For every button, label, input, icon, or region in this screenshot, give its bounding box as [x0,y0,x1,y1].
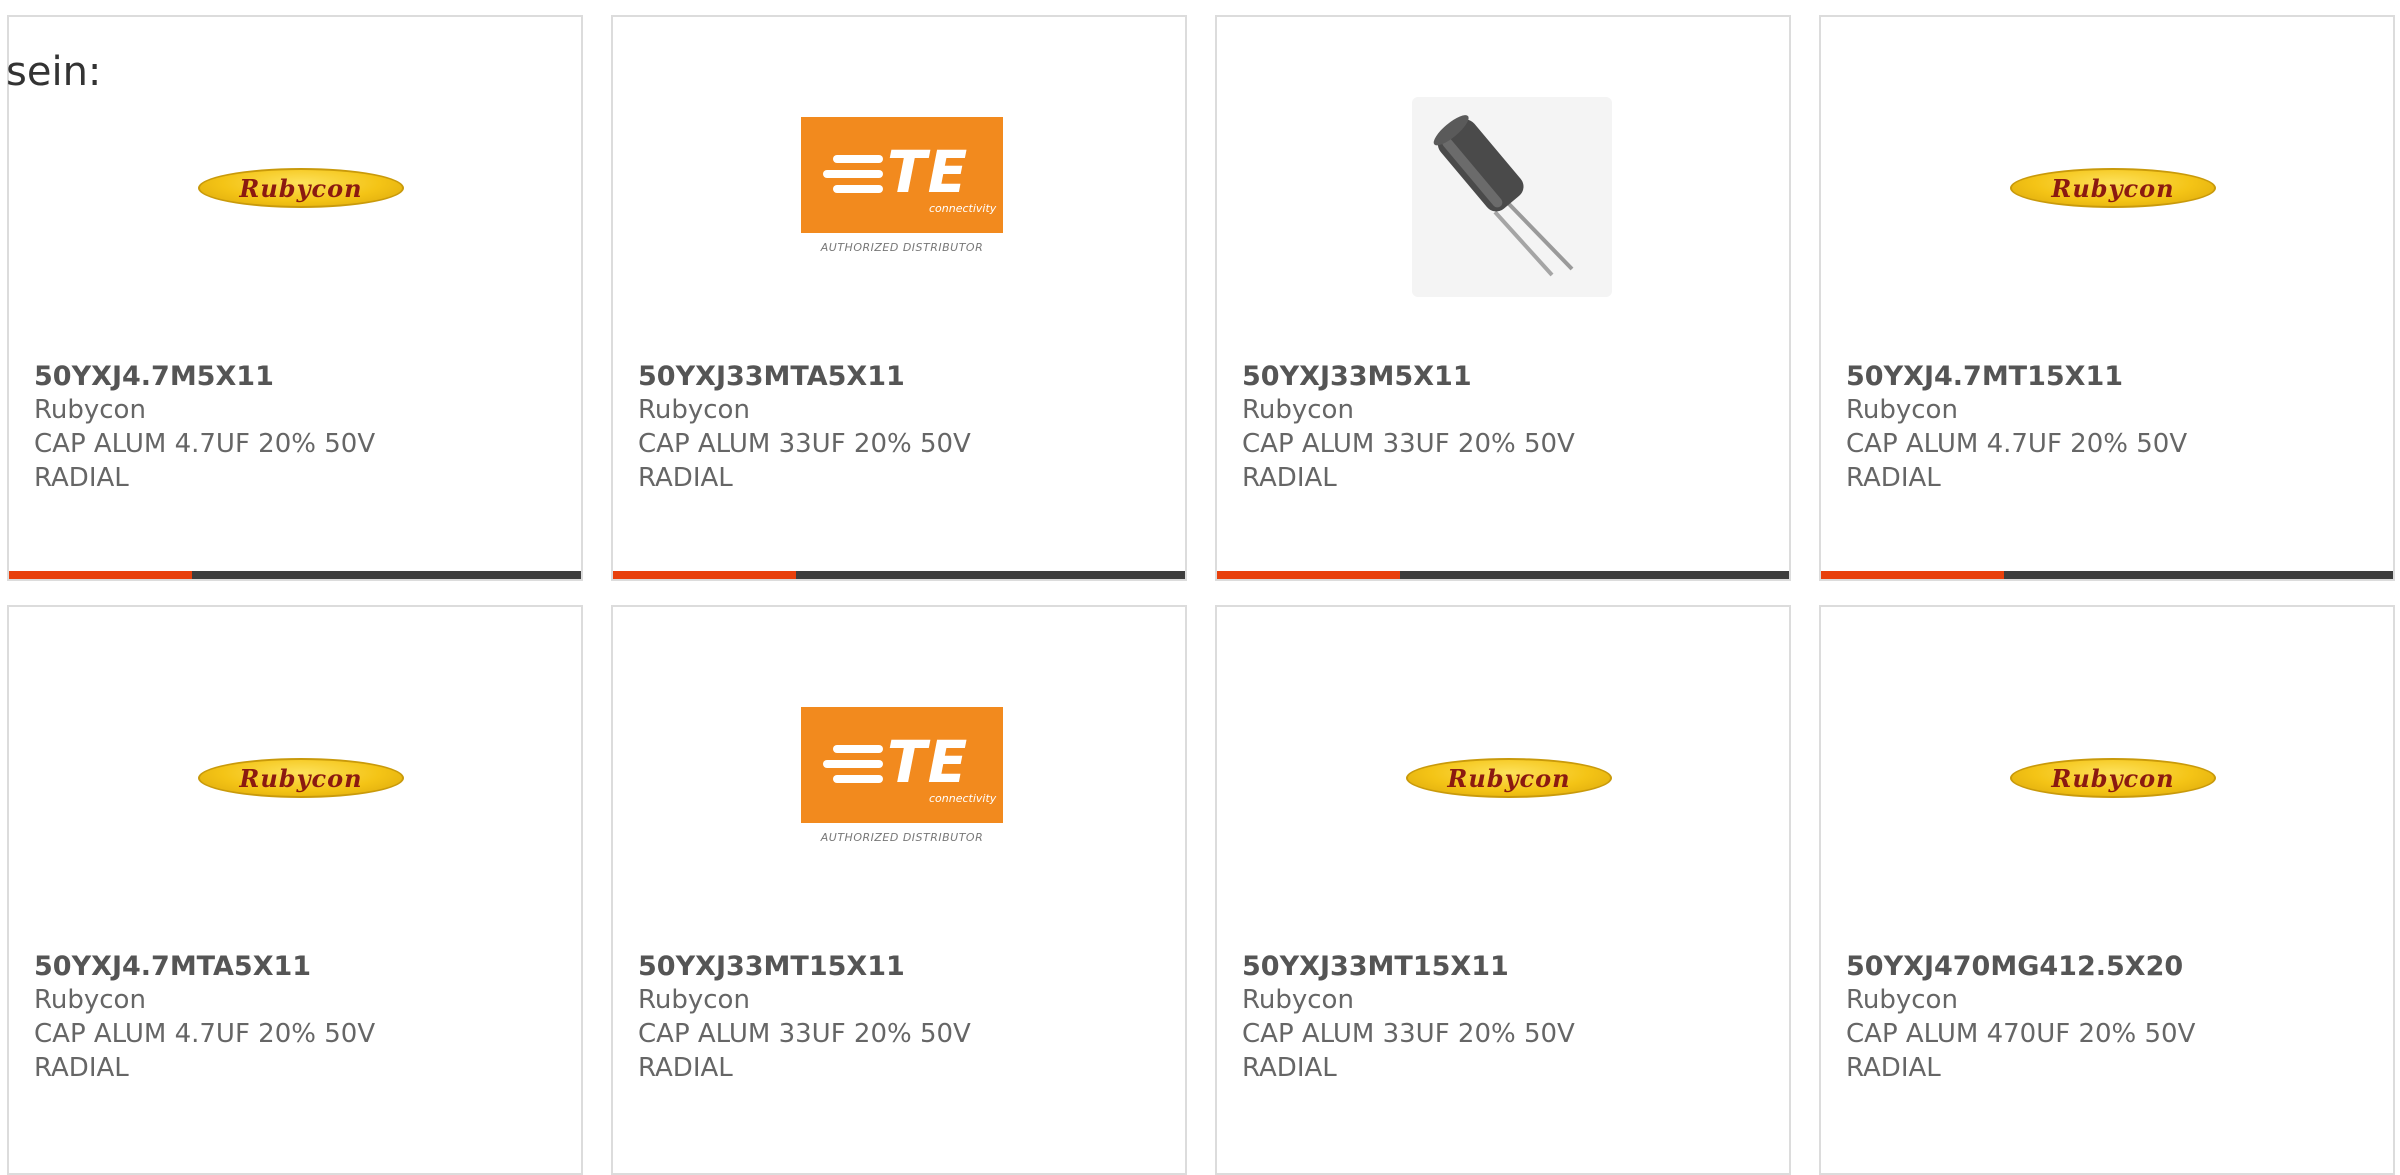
package-type: RADIAL [638,1053,733,1083]
rubycon-logo: Rubycon [198,168,404,208]
product-card[interactable]: Rubycon 50YXJ4.7MT15X11 Rubycon CAP ALUM… [1819,15,2395,581]
progress-fill [613,571,797,579]
part-number[interactable]: 50YXJ33MT15X11 [1242,949,1509,985]
rubycon-logo: Rubycon [1406,758,1612,798]
description: CAP ALUM 4.7UF 20% 50V [34,1019,376,1049]
part-number[interactable]: 50YXJ4.7MTA5X11 [34,949,311,985]
package-type: RADIAL [34,463,129,493]
part-number[interactable]: 50YXJ470MG412.5X20 [1846,949,2183,985]
progress-bar [613,571,1185,579]
description: CAP ALUM 470UF 20% 50V [1846,1019,2196,1049]
package-type: RADIAL [34,1053,129,1083]
product-image[interactable]: Rubycon [9,607,581,947]
part-number[interactable]: 50YXJ33MT15X11 [638,949,905,985]
product-card[interactable]: TE connectivity AUTHORIZED DISTRIBUTOR 5… [611,605,1187,1175]
manufacturer: Rubycon [1242,395,1354,425]
capacitor-icon [1433,115,1574,277]
capacitor-photo [1412,97,1612,297]
manufacturer: Rubycon [1846,395,1958,425]
product-card[interactable]: Rubycon 50YXJ33MT15X11 Rubycon CAP ALUM … [1215,605,1791,1175]
product-image[interactable]: Rubycon [1821,17,2393,357]
part-number[interactable]: 50YXJ33MTA5X11 [638,359,905,395]
product-image[interactable]: TE connectivity AUTHORIZED DISTRIBUTOR [613,607,1185,947]
rubycon-logo: Rubycon [2010,168,2216,208]
package-type: RADIAL [638,463,733,493]
manufacturer: Rubycon [34,985,146,1015]
part-number[interactable]: 50YXJ4.7MT15X11 [1846,359,2123,395]
manufacturer: Rubycon [638,985,750,1015]
description: CAP ALUM 33UF 20% 50V [1242,429,1575,459]
description: CAP ALUM 4.7UF 20% 50V [1846,429,2188,459]
part-number[interactable]: 50YXJ33M5X11 [1242,359,1472,395]
rubycon-logo: Rubycon [198,758,404,798]
progress-bar [9,571,581,579]
description: CAP ALUM 33UF 20% 50V [638,1019,971,1049]
product-image[interactable]: Rubycon [1217,607,1789,947]
product-image[interactable]: Rubycon [1821,607,2393,947]
product-grid: Rubycon 50YXJ4.7M5X11 Rubycon CAP ALUM 4… [0,0,2400,1175]
progress-fill [1217,571,1401,579]
intro-text: sein: [6,49,102,95]
package-type: RADIAL [1846,463,1941,493]
progress-bar [1821,571,2393,579]
product-card[interactable]: 50YXJ33M5X11 Rubycon CAP ALUM 33UF 20% 5… [1215,15,1791,581]
description: CAP ALUM 33UF 20% 50V [638,429,971,459]
manufacturer: Rubycon [638,395,750,425]
product-image[interactable] [1217,17,1789,357]
package-type: RADIAL [1242,1053,1337,1083]
manufacturer: Rubycon [1846,985,1958,1015]
te-connectivity-logo: TE connectivity AUTHORIZED DISTRIBUTOR [801,707,1003,849]
progress-fill [9,571,193,579]
package-type: RADIAL [1242,463,1337,493]
manufacturer: Rubycon [1242,985,1354,1015]
progress-fill [1821,571,2005,579]
part-number[interactable]: 50YXJ4.7M5X11 [34,359,274,395]
product-card[interactable]: TE connectivity AUTHORIZED DISTRIBUTOR 5… [611,15,1187,581]
rubycon-logo: Rubycon [2010,758,2216,798]
package-type: RADIAL [1846,1053,1941,1083]
product-card[interactable]: Rubycon 50YXJ4.7MTA5X11 Rubycon CAP ALUM… [7,605,583,1175]
product-card[interactable]: Rubycon 50YXJ470MG412.5X20 Rubycon CAP A… [1819,605,2395,1175]
progress-bar [1217,571,1789,579]
te-connectivity-logo: TE connectivity AUTHORIZED DISTRIBUTOR [801,117,1003,259]
description: CAP ALUM 4.7UF 20% 50V [34,429,376,459]
product-image[interactable]: TE connectivity AUTHORIZED DISTRIBUTOR [613,17,1185,357]
manufacturer: Rubycon [34,395,146,425]
description: CAP ALUM 33UF 20% 50V [1242,1019,1575,1049]
